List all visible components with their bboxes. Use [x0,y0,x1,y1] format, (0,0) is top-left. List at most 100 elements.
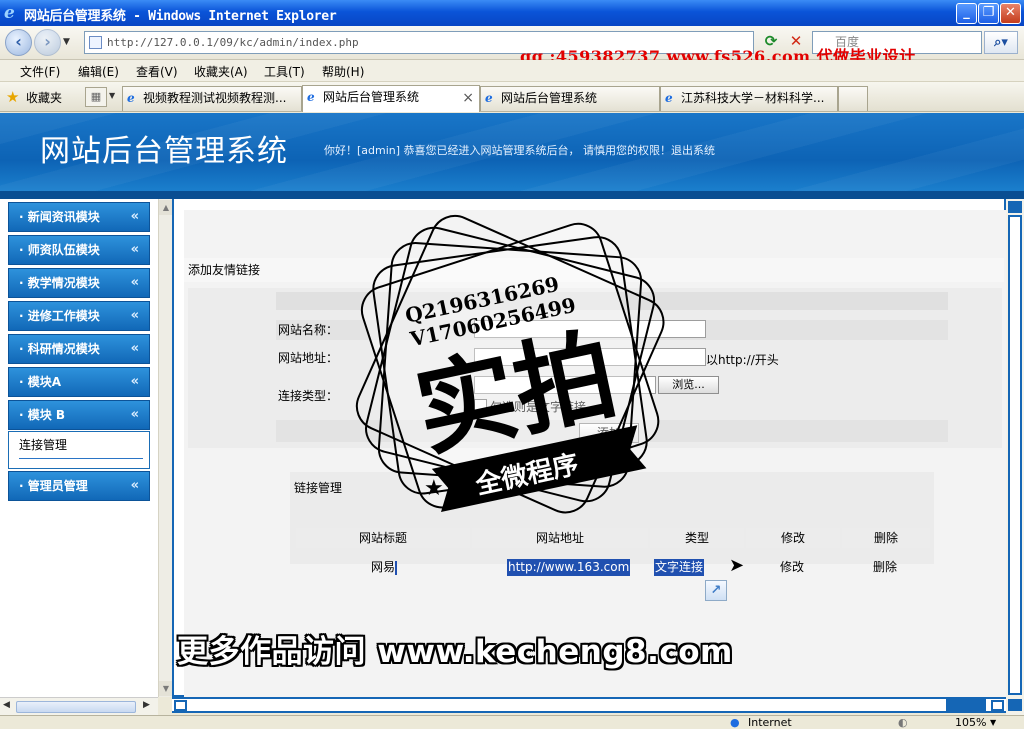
menu-help[interactable]: 帮助(H) [322,63,364,80]
chevron-left-icon: « [130,478,139,493]
row-url[interactable]: http://www.163.com [507,559,631,576]
scroll-right-icon[interactable]: ▶ [143,700,150,710]
sidebar-item-label: · 科研情况模块 [19,342,100,356]
hscroll-left-cap[interactable] [174,700,187,711]
sidebar-scrollbar[interactable]: ▲ ▼ [158,199,173,697]
zoom-level[interactable]: 105% [955,716,986,729]
row-title: 网易 [371,560,398,575]
minimize-button[interactable]: _ [956,3,977,24]
sidebar-item-research[interactable]: · 科研情况模块 « [8,334,150,364]
tab-admin-2[interactable]: e 网站后台管理系统 [480,86,660,111]
scroll-left-icon[interactable]: ◀ [3,700,10,710]
submenu-module-b: 连接管理 [8,431,150,469]
sidebar-item-admin[interactable]: · 管理员管理 « [8,471,150,501]
col-header-url: 网站地址 [472,528,648,548]
welcome-message[interactable]: 你好！[admin] 恭喜您已经进入网站管理系统后台， 请慎用您的权限！退出系统 [324,142,715,158]
protected-mode-icon[interactable]: ◐ [898,716,908,729]
form-section-title: 添加友情链接 [188,263,261,277]
scroll-down-icon[interactable]: ▼ [159,681,173,696]
ie-tab-icon: e [665,91,673,105]
forward-arrow-icon[interactable]: › [34,29,61,56]
col-header-type: 类型 [650,528,744,548]
tab-list-dropdown-icon[interactable]: ▼ [109,91,115,100]
search-icon[interactable]: ⌕▾ [984,31,1018,54]
page-icon [89,36,102,49]
ie-tab-icon: e [127,91,135,105]
footer-ad-overlay: 更多作品访问 www.kecheng8.com [177,634,733,670]
menu-edit[interactable]: 编辑(E) [78,63,119,80]
new-tab-button[interactable] [838,86,868,111]
sidebar-item-training[interactable]: · 进修工作模块 « [8,301,150,331]
sidebar-item-news[interactable]: · 新闻资讯模块 « [8,202,150,232]
sidebar-item-teaching[interactable]: · 教学情况模块 « [8,268,150,298]
restore-button[interactable]: ❐ [978,3,999,24]
tab-jiangsu-university[interactable]: e 江苏科技大学－材料科学... [660,86,838,111]
zoom-dropdown-icon[interactable]: ▼ [990,718,996,727]
status-bar: ● Internet ◐ 105% ▼ [0,715,1024,729]
address-toolbar: ‹ › ▼ http://127.0.0.1/09/kc/admin/index… [0,26,1024,66]
sidebar-item-label: · 进修工作模块 [19,309,100,323]
content-hscrollbar[interactable] [172,697,1006,713]
tab-close-icon[interactable]: × [462,87,474,109]
tab-admin-active[interactable]: e 网站后台管理系统 × [302,85,480,112]
vscroll-thumb[interactable] [1008,215,1022,695]
menu-file[interactable]: 文件(F) [20,63,60,80]
vscroll-bottom-cap[interactable] [1008,699,1022,711]
sidebar-item-label: · 教学情况模块 [19,276,100,290]
address-url: http://127.0.0.1/09/kc/admin/index.php [107,36,359,49]
popup-open-icon[interactable]: ↗ [705,580,727,601]
page-vscrollbar[interactable] [1006,199,1024,715]
sidebar-item-label: · 模块 B [19,408,66,422]
back-arrow-icon[interactable]: ‹ [5,29,32,56]
ie-logo-icon: e [4,3,15,23]
ie-tab-icon: e [307,90,315,104]
star-icon: ★ [616,427,636,452]
chevron-left-icon: « [130,407,139,422]
row-delete-link[interactable]: 删除 [873,559,897,576]
hscroll-thumb[interactable] [16,701,136,713]
hscroll-right-cap[interactable] [991,700,1004,711]
submenu-divider [19,458,143,459]
site-url-label: 网站地址： [278,351,339,365]
tab-video-tutorial[interactable]: e 视频教程测试视频教程测... [122,86,302,111]
sidebar-item-label: · 管理员管理 [19,479,88,493]
menu-view[interactable]: 查看(V) [136,63,178,80]
favorites-tab-bar: ★ 收藏夹 ▦ ▼ e 视频教程测试视频教程测... e 网站后台管理系统 × … [0,82,1024,112]
submenu-link-management[interactable]: 连接管理 [19,436,67,453]
col-header-edit: 修改 [746,528,840,548]
favorites-label[interactable]: 收藏夹 [26,89,62,106]
history-dropdown-icon[interactable]: ▼ [63,37,70,47]
vscroll-top-cap[interactable] [1008,201,1022,213]
row-type: 文字连接 [654,559,705,576]
sidebar-item-faculty[interactable]: · 师资队伍模块 « [8,235,150,265]
tab-label: 江苏科技大学－材料科学... [681,91,825,105]
site-header: 网站后台管理系统 你好！[admin] 恭喜您已经进入网站管理系统后台， 请慎用… [0,113,1024,199]
links-section-title: 链接管理 [294,481,343,495]
mouse-cursor-icon: ➤ [729,555,745,576]
sidebar-item-label: · 新闻资讯模块 [19,210,100,224]
site-name-label: 网站名称： [278,323,339,337]
close-window-button[interactable]: ✕ [1000,3,1021,24]
menu-tools[interactable]: 工具(T) [264,63,305,80]
col-header-delete: 删除 [842,528,930,548]
quick-tabs-icon[interactable]: ▦ [85,87,107,107]
menu-favorites[interactable]: 收藏夹(A) [194,63,248,80]
hscroll-right-thumb[interactable] [946,699,986,711]
window-titlebar: e 网站后台管理系统 - Windows Internet Explorer _… [0,0,1024,26]
chevron-left-icon: « [130,242,139,257]
window-title: 网站后台管理系统 - Windows Internet Explorer [24,9,337,24]
tab-label: 网站后台管理系统 [323,90,420,104]
favorites-star-icon[interactable]: ★ [6,88,19,106]
chevron-left-icon: « [130,308,139,323]
scroll-up-icon[interactable]: ▲ [159,200,173,215]
star-icon: ★ [424,476,444,501]
row-edit-link[interactable]: 修改 [780,559,804,576]
sidebar-hscrollbar[interactable]: ◀ ▶ [0,697,158,715]
site-title: 网站后台管理系统 [40,134,288,169]
col-header-title: 网站标题 [296,528,470,548]
sidebar-item-module-a[interactable]: · 模块A « [8,367,150,397]
chevron-left-icon: « [130,275,139,290]
tab-label: 网站后台管理系统 [501,91,598,105]
sidebar-item-module-b[interactable]: · 模块 B « [8,400,150,430]
internet-zone-icon: ● [730,716,740,729]
